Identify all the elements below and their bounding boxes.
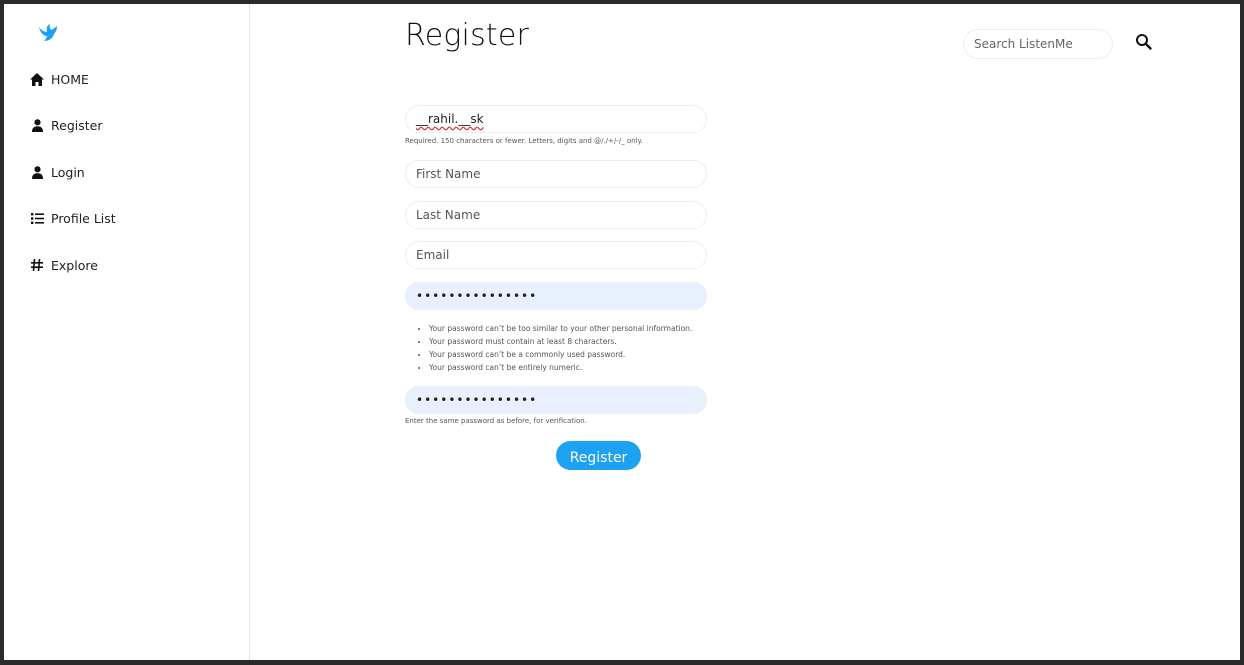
password-confirm-field[interactable]: ••••••••••••••• bbox=[405, 386, 707, 414]
list-item: Your password can’t be entirely numeric. bbox=[429, 361, 692, 374]
password-field[interactable]: ••••••••••••••• bbox=[405, 282, 707, 310]
list-item: Your password must contain at least 8 ch… bbox=[429, 335, 692, 348]
sidebar-item-label: HOME bbox=[51, 71, 89, 87]
email-field[interactable] bbox=[405, 241, 707, 269]
list-item: Your password can’t be too similar to yo… bbox=[429, 322, 692, 335]
password-value: ••••••••••••••• bbox=[416, 289, 538, 303]
sidebar-item-label: Register bbox=[51, 117, 103, 133]
hashtag-icon bbox=[30, 258, 44, 272]
sidebar-item-home[interactable]: HOME bbox=[30, 68, 89, 90]
browser-viewport: HOME Register Login Profile List Explore… bbox=[4, 4, 1240, 660]
sidebar: HOME Register Login Profile List Explore bbox=[4, 4, 250, 660]
user-icon bbox=[30, 165, 44, 179]
sidebar-item-explore[interactable]: Explore bbox=[30, 254, 98, 276]
sidebar-item-label: Profile List bbox=[51, 210, 116, 226]
password-confirm-help-text: Enter the same password as before, for v… bbox=[405, 417, 587, 425]
list-icon bbox=[30, 211, 44, 225]
username-value: __rahil.__sk bbox=[416, 112, 484, 126]
bird-icon[interactable] bbox=[36, 21, 60, 45]
sidebar-item-register[interactable]: Register bbox=[30, 114, 102, 136]
search-icon[interactable] bbox=[1135, 33, 1153, 51]
username-field[interactable]: __rahil.__sk bbox=[405, 105, 707, 133]
first-name-field[interactable] bbox=[405, 160, 707, 188]
search-input[interactable] bbox=[963, 29, 1113, 59]
username-help-text: Required. 150 characters or fewer. Lette… bbox=[405, 137, 643, 145]
sidebar-item-profile-list[interactable]: Profile List bbox=[30, 207, 116, 229]
sidebar-item-label: Explore bbox=[51, 257, 98, 273]
main-content: Register __rahil.__sk Required. 150 char… bbox=[250, 4, 1240, 660]
user-icon bbox=[30, 118, 44, 132]
password-confirm-value: ••••••••••••••• bbox=[416, 393, 538, 407]
sidebar-item-label: Login bbox=[51, 164, 85, 180]
register-button[interactable]: Register bbox=[556, 441, 641, 470]
sidebar-item-login[interactable]: Login bbox=[30, 161, 85, 183]
last-name-field[interactable] bbox=[405, 201, 707, 229]
home-icon bbox=[30, 72, 44, 86]
password-rules-list: Your password can’t be too similar to yo… bbox=[419, 322, 692, 374]
list-item: Your password can’t be a commonly used p… bbox=[429, 348, 692, 361]
page-title: Register bbox=[405, 18, 530, 53]
